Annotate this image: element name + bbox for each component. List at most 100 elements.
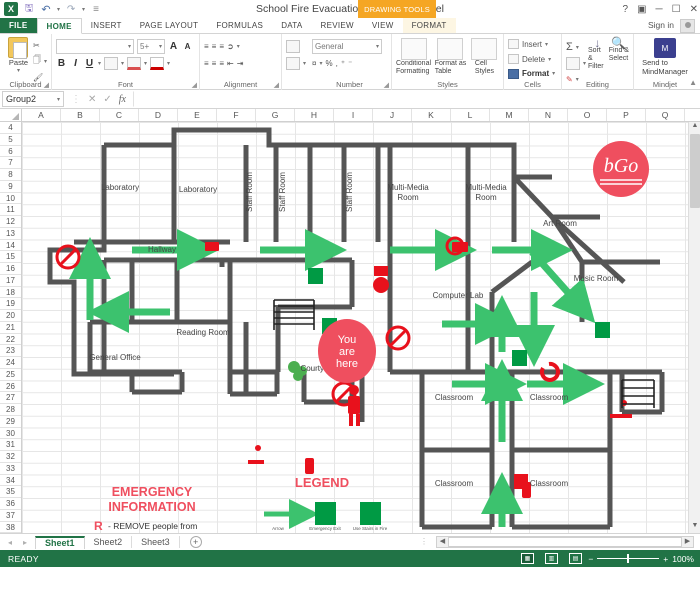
wrap-text-icon[interactable] xyxy=(286,39,300,53)
page-break-view-button[interactable]: ▤ xyxy=(569,553,582,564)
horizontal-scrollbar[interactable]: ◀ ▶ xyxy=(436,536,694,548)
account-avatar[interactable] xyxy=(680,19,695,33)
number-format-dropdown-icon[interactable]: ▾ xyxy=(376,43,379,50)
tab-formulas[interactable]: FORMULAS xyxy=(207,18,272,33)
paste-button[interactable]: Paste ▾ xyxy=(4,36,33,74)
paste-dropdown-icon[interactable]: ▾ xyxy=(17,67,20,74)
column-header[interactable]: A xyxy=(22,109,61,121)
row-header[interactable]: 5 xyxy=(0,134,21,146)
row-header[interactable]: 32 xyxy=(0,451,21,463)
tab-file[interactable]: FILE xyxy=(0,18,37,33)
increase-indent-icon[interactable]: ⇥ xyxy=(237,59,244,68)
number-format-select[interactable]: General ▾ xyxy=(312,38,382,54)
view-buttons[interactable]: ▦ ▥ ▤ xyxy=(521,553,582,564)
cut-icon[interactable]: ✂ xyxy=(33,41,40,50)
column-header[interactable]: O xyxy=(568,109,607,121)
tab-page-layout[interactable]: PAGE LAYOUT xyxy=(131,18,208,33)
currency-icon[interactable]: ¤ xyxy=(312,59,316,68)
floor-plan-drawing[interactable]: Laboratory Laboratory Staff Room Staff Room… xyxy=(22,122,688,533)
tab-view[interactable]: VIEW xyxy=(363,18,403,33)
window-controls[interactable]: ? ▣ ─ ☐ ✕ xyxy=(623,0,698,18)
row-header[interactable]: 8 xyxy=(0,169,21,181)
quick-access-toolbar[interactable]: X 🖫 ↶ ▾ ↷ ▾ ≡ xyxy=(0,0,102,18)
borders-icon[interactable] xyxy=(104,56,119,70)
currency-dropdown-icon[interactable]: ▾ xyxy=(319,60,322,67)
row-header[interactable]: 24 xyxy=(0,357,21,369)
row-header[interactable]: 20 xyxy=(0,310,21,322)
row-header[interactable]: 33 xyxy=(0,463,21,475)
page-layout-view-button[interactable]: ▥ xyxy=(545,553,558,564)
cell-styles-button[interactable]: Cell Styles xyxy=(470,37,499,76)
decrease-decimal-icon[interactable]: ⁻ xyxy=(348,59,352,68)
number-dialog-launcher[interactable]: ◢ xyxy=(384,81,389,89)
you-are-here-callout[interactable]: You are here xyxy=(318,319,376,426)
scroll-left-icon[interactable]: ◀ xyxy=(437,537,448,547)
minimize-icon[interactable]: ─ xyxy=(656,4,663,15)
row-header[interactable]: 13 xyxy=(0,228,21,240)
insert-dropdown-icon[interactable]: ▾ xyxy=(545,41,548,48)
sheet-canvas[interactable]: Laboratory Laboratory Staff Room Staff Room… xyxy=(22,122,688,533)
font-size-input[interactable]: 5+ ▾ xyxy=(137,38,165,54)
fill-dropdown-icon[interactable]: ▾ xyxy=(583,60,586,67)
sort-filter-button[interactable]: ↓ Sort & Filter xyxy=(588,37,607,71)
row-header[interactable]: 36 xyxy=(0,498,21,510)
format-cells-button[interactable]: Format ▾ xyxy=(508,67,555,80)
row-header[interactable]: 10 xyxy=(0,193,21,205)
zoom-in-button[interactable]: + xyxy=(663,554,668,564)
zoom-slider-knob[interactable] xyxy=(627,554,630,563)
column-header[interactable]: M xyxy=(490,109,529,121)
align-middle-icon[interactable]: ≡ xyxy=(212,42,217,51)
vertical-scrollbar[interactable]: ▲ ▼ xyxy=(688,122,700,533)
tab-insert[interactable]: INSERT xyxy=(82,18,131,33)
align-left-icon[interactable]: ≡ xyxy=(204,59,209,68)
row-header[interactable]: 28 xyxy=(0,404,21,416)
row-header[interactable]: 27 xyxy=(0,392,21,404)
name-box[interactable]: Group2 ▾ xyxy=(2,91,64,107)
add-sheet-button[interactable]: + xyxy=(189,536,202,548)
orientation-icon[interactable]: ➲ xyxy=(227,42,234,51)
italic-button[interactable]: I xyxy=(70,58,81,69)
row-header[interactable]: 9 xyxy=(0,181,21,193)
font-dialog-launcher[interactable]: ◢ xyxy=(192,81,197,89)
decrease-indent-icon[interactable]: ⇤ xyxy=(227,59,234,68)
send-to-mindmanager-button[interactable]: M Send to MindManager xyxy=(638,37,692,76)
row-header[interactable]: 22 xyxy=(0,334,21,346)
ribbon-display-icon[interactable]: ▣ xyxy=(637,4,646,15)
formula-input[interactable] xyxy=(133,91,700,107)
find-select-button[interactable]: 🔍 Find & Select xyxy=(609,37,629,63)
row-header[interactable]: 37 xyxy=(0,510,21,522)
align-right-icon[interactable]: ≡ xyxy=(219,59,224,68)
column-header[interactable]: N xyxy=(529,109,568,121)
format-as-table-button[interactable]: Format as Table xyxy=(433,37,468,76)
format-dropdown-icon[interactable]: ▾ xyxy=(552,70,555,77)
column-header[interactable]: B xyxy=(61,109,100,121)
underline-dropdown-icon[interactable]: ▾ xyxy=(98,60,101,67)
fill-color-dropdown-icon[interactable]: ▾ xyxy=(144,60,147,67)
column-header[interactable]: E xyxy=(178,109,217,121)
merge-center-icon[interactable] xyxy=(286,56,300,70)
row-header[interactable]: 23 xyxy=(0,345,21,357)
font-name-input[interactable]: ▾ xyxy=(56,38,134,54)
comma-style-icon[interactable]: , xyxy=(336,59,338,68)
insert-cells-button[interactable]: Insert ▾ xyxy=(508,38,548,51)
name-box-dropdown-icon[interactable]: ▾ xyxy=(57,96,60,103)
font-color-icon[interactable] xyxy=(150,56,165,70)
row-header[interactable]: 6 xyxy=(0,146,21,158)
decrease-font-size-icon[interactable]: A xyxy=(182,42,193,51)
scroll-up-icon[interactable]: ▲ xyxy=(690,122,700,133)
collapse-ribbon-icon[interactable]: ▲ xyxy=(689,78,697,87)
orientation-dropdown-icon[interactable]: ▾ xyxy=(237,43,240,50)
column-header[interactable]: L xyxy=(451,109,490,121)
row-header[interactable]: 7 xyxy=(0,157,21,169)
row-header[interactable]: 35 xyxy=(0,486,21,498)
row-header[interactable]: 18 xyxy=(0,287,21,299)
row-header[interactable]: 29 xyxy=(0,416,21,428)
fill-icon[interactable] xyxy=(566,56,580,70)
alignment-dialog-launcher[interactable]: ◢ xyxy=(274,81,279,89)
select-all-button[interactable] xyxy=(0,109,22,121)
help-icon[interactable]: ? xyxy=(623,4,629,15)
split-handle[interactable]: ⋮ xyxy=(420,537,428,546)
maximize-icon[interactable]: ☐ xyxy=(672,4,681,15)
column-header[interactable]: P xyxy=(607,109,646,121)
row-header[interactable]: 12 xyxy=(0,216,21,228)
